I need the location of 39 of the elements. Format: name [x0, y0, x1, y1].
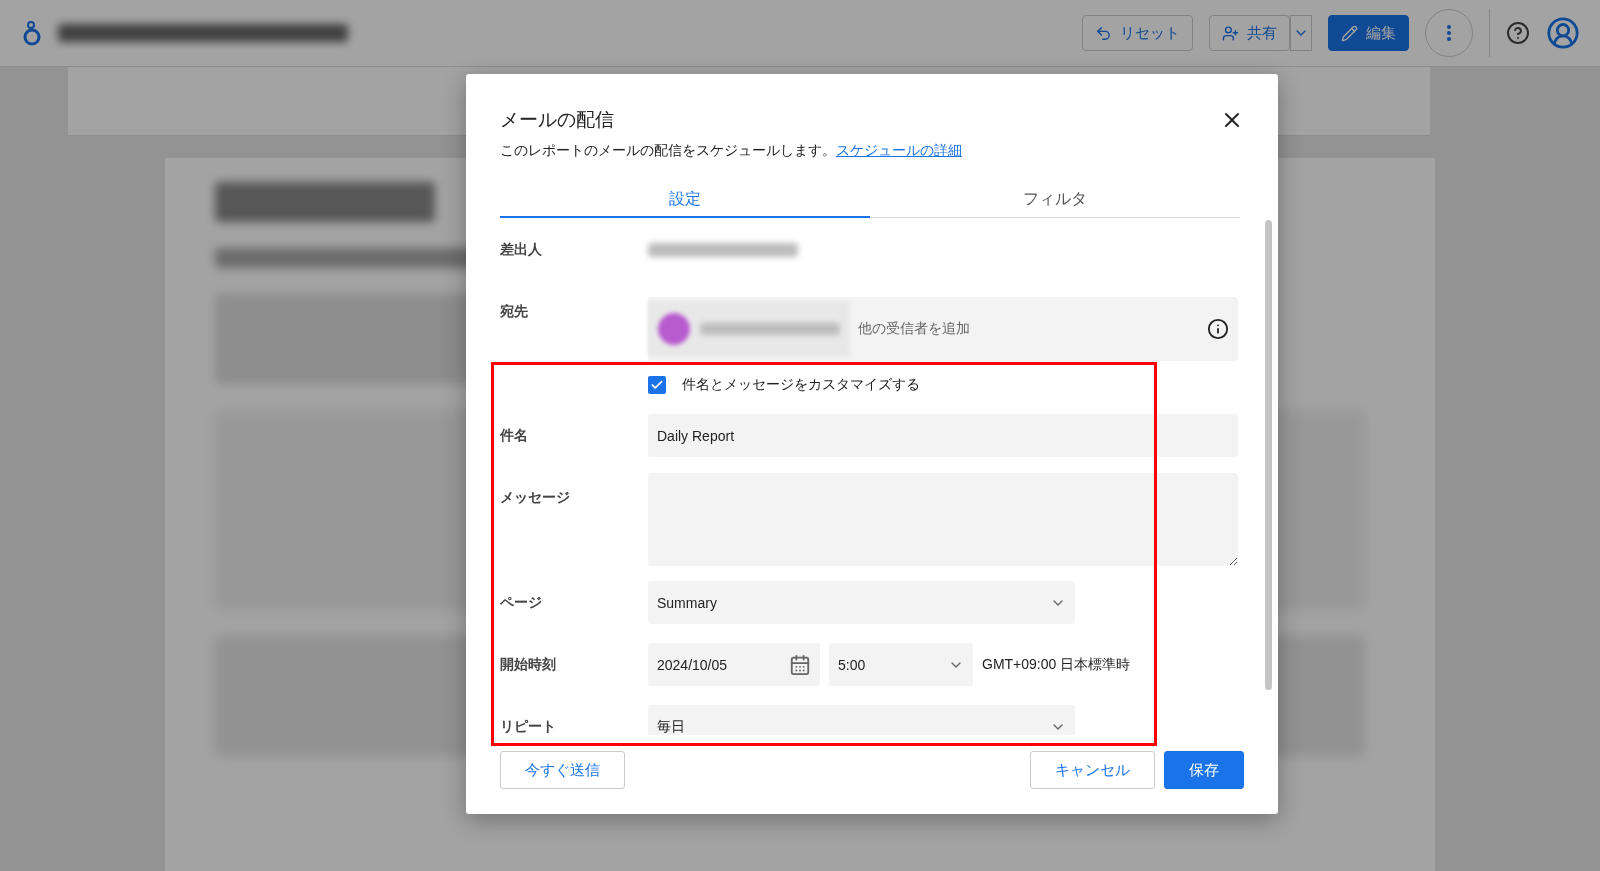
add-person-icon [1222, 24, 1239, 42]
repeat-select[interactable]: 毎日 [648, 705, 1075, 735]
page-select[interactable]: Summary [648, 581, 1075, 624]
timezone-text: GMT+09:00 日本標準時 [982, 655, 1131, 674]
message-field[interactable] [648, 473, 1238, 566]
undo-icon [1095, 24, 1112, 42]
send-now-button[interactable]: 今すぐ送信 [500, 751, 625, 789]
logo-icon [22, 19, 42, 47]
date-field[interactable]: 2024/10/05 [648, 643, 820, 686]
checkmark-icon [650, 378, 664, 392]
dialog-title: メールの配信 [500, 108, 614, 132]
save-button[interactable]: 保存 [1164, 751, 1244, 789]
help-icon[interactable] [1506, 21, 1530, 45]
checkbox[interactable] [648, 376, 666, 394]
edit-button[interactable]: 編集 [1328, 15, 1409, 51]
field-label: ページ [500, 593, 543, 612]
dialog-description: このレポートのメールの配信をスケジュールします。スケジュールの詳細 [500, 142, 963, 160]
field-label: 宛先 [500, 302, 529, 321]
field-label: メッセージ [500, 488, 571, 507]
cancel-button[interactable]: キャンセル [1030, 751, 1155, 789]
calendar-icon [789, 653, 811, 676]
subject-field[interactable]: Daily Report [648, 414, 1238, 457]
checkbox-label: 件名とメッセージをカスタマイズする [682, 376, 920, 394]
tab[interactable]: フィルタ [870, 182, 1240, 218]
account-avatar-icon[interactable] [1546, 16, 1580, 50]
reset-button[interactable]: リセット [1082, 15, 1193, 51]
schedule-details-link[interactable]: スケジュールの詳細 [836, 142, 962, 158]
pencil-icon [1341, 24, 1358, 42]
tab[interactable]: 設定 [500, 182, 870, 218]
field-label: 開始時刻 [500, 655, 557, 674]
field-label: 件名 [500, 426, 529, 445]
field-label: 差出人 [500, 241, 543, 259]
info-icon[interactable] [1207, 318, 1229, 340]
time-select[interactable]: 5:00 [829, 643, 973, 686]
scrollbar[interactable] [1265, 220, 1272, 690]
vertical-dots-icon [1447, 25, 1451, 41]
field-label: リピート [500, 717, 557, 735]
share-button[interactable]: 共有 [1209, 15, 1290, 51]
recipients-field[interactable]: 他の受信者を追加 [648, 297, 1238, 361]
